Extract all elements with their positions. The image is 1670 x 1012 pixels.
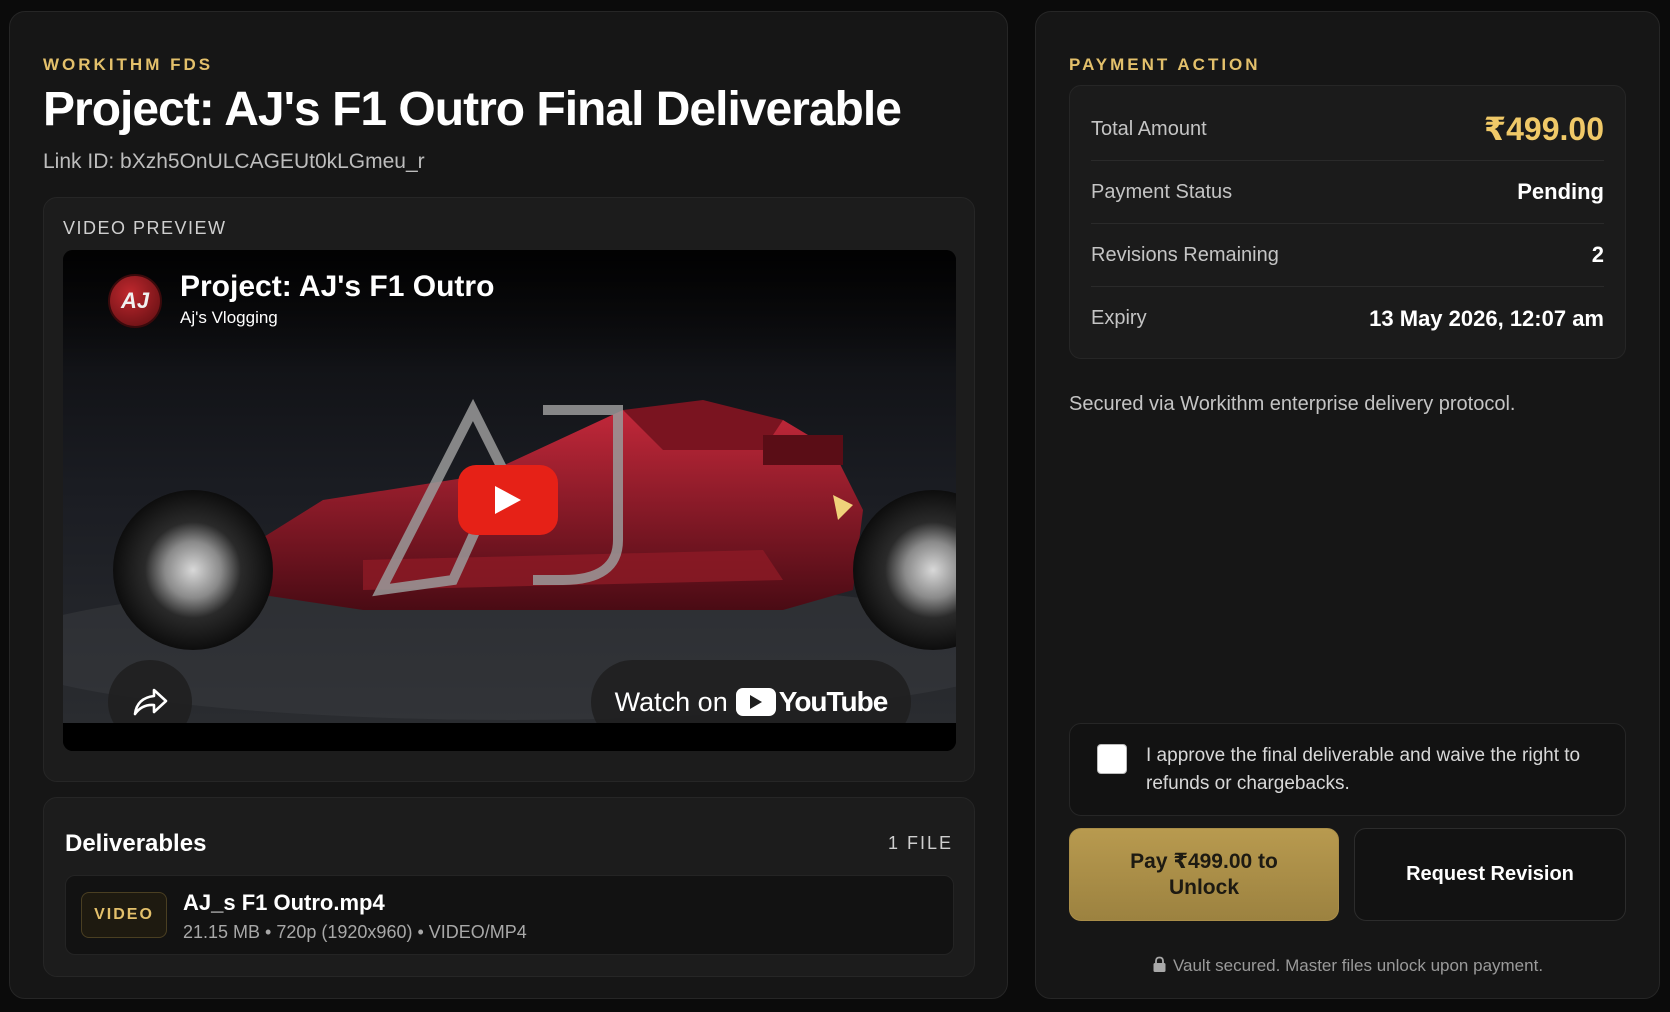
youtube-play-icon (735, 688, 776, 716)
approve-checkbox[interactable] (1097, 744, 1127, 774)
watch-on-label: Watch on (614, 686, 728, 717)
total-amount: ₹499.00 (1483, 111, 1604, 147)
vault-note: Vault secured. Master files unlock upon … (1069, 956, 1626, 976)
video-title[interactable]: Project: AJ's F1 Outro (180, 270, 494, 304)
video-preview-panel: VIDEO PREVIEW AJ Project: AJ's F1 Outro … (43, 197, 975, 782)
deliverable-card: WORKITHM FDS Project: AJ's F1 Outro Fina… (9, 11, 1008, 999)
expiry-value: 13 May 2026, 12:07 am (1369, 305, 1604, 331)
channel-name[interactable]: Aj's Vlogging (180, 308, 278, 328)
summary-row-expiry: Expiry 13 May 2026, 12:07 am (1091, 287, 1604, 350)
summary-key: Payment Status (1091, 180, 1233, 203)
file-row[interactable]: VIDEO AJ_s F1 Outro.mp4 21.15 MB • 720p … (65, 875, 954, 955)
file-meta: 21.15 MB • 720p (1920x960) • VIDEO/MP4 (183, 922, 527, 942)
summary-key: Revisions Remaining (1091, 243, 1279, 266)
payment-summary: Total Amount ₹499.00 Payment Status Pend… (1069, 85, 1626, 359)
file-type-badge: VIDEO (81, 892, 167, 938)
page-title: Project: AJ's F1 Outro Final Deliverable (43, 83, 902, 136)
revisions-remaining: 2 (1591, 242, 1604, 267)
summary-row-status: Payment Status Pending (1091, 161, 1604, 224)
payment-status: Pending (1517, 179, 1604, 204)
video-player[interactable]: AJ Project: AJ's F1 Outro Aj's Vlogging … (63, 250, 956, 751)
play-button[interactable] (458, 465, 558, 535)
video-preview-label: VIDEO PREVIEW (63, 218, 227, 238)
summary-key: Total Amount (1091, 117, 1207, 140)
link-id: Link ID: bXzh5OnULCAGEUt0kLGmeu_r (43, 150, 425, 173)
youtube-logo: YouTube (735, 686, 889, 718)
approve-text: I approve the final deliverable and waiv… (1146, 745, 1581, 794)
payment-card: PAYMENT ACTION Total Amount ₹499.00 Paym… (1035, 11, 1660, 999)
summary-row-total: Total Amount ₹499.00 (1091, 98, 1604, 161)
channel-avatar[interactable]: AJ (108, 274, 162, 328)
secured-note: Secured via Workithm enterprise delivery… (1069, 393, 1516, 415)
file-name: AJ_s F1 Outro.mp4 (183, 890, 385, 915)
play-icon (495, 486, 521, 514)
lock-icon (1153, 956, 1166, 972)
payment-eyebrow: PAYMENT ACTION (1069, 55, 1261, 74)
youtube-wordmark: YouTube (778, 686, 889, 717)
request-revision-button[interactable]: Request Revision (1354, 828, 1626, 921)
deliverables-panel: Deliverables 1 FILE VIDEO AJ_s F1 Outro.… (43, 797, 975, 977)
summary-key: Expiry (1091, 307, 1147, 329)
deliverables-title: Deliverables (65, 830, 207, 857)
approval-box[interactable]: I approve the final deliverable and waiv… (1069, 723, 1626, 816)
summary-row-revisions: Revisions Remaining 2 (1091, 224, 1604, 287)
pay-button[interactable]: Pay ₹499.00 to Unlock (1069, 828, 1339, 921)
vault-note-text: Vault secured. Master files unlock upon … (1172, 956, 1544, 975)
file-count: 1 FILE (887, 833, 953, 853)
brand-eyebrow: WORKITHM FDS (43, 55, 214, 74)
video-bottom-bar (63, 723, 956, 751)
share-icon (133, 688, 168, 716)
